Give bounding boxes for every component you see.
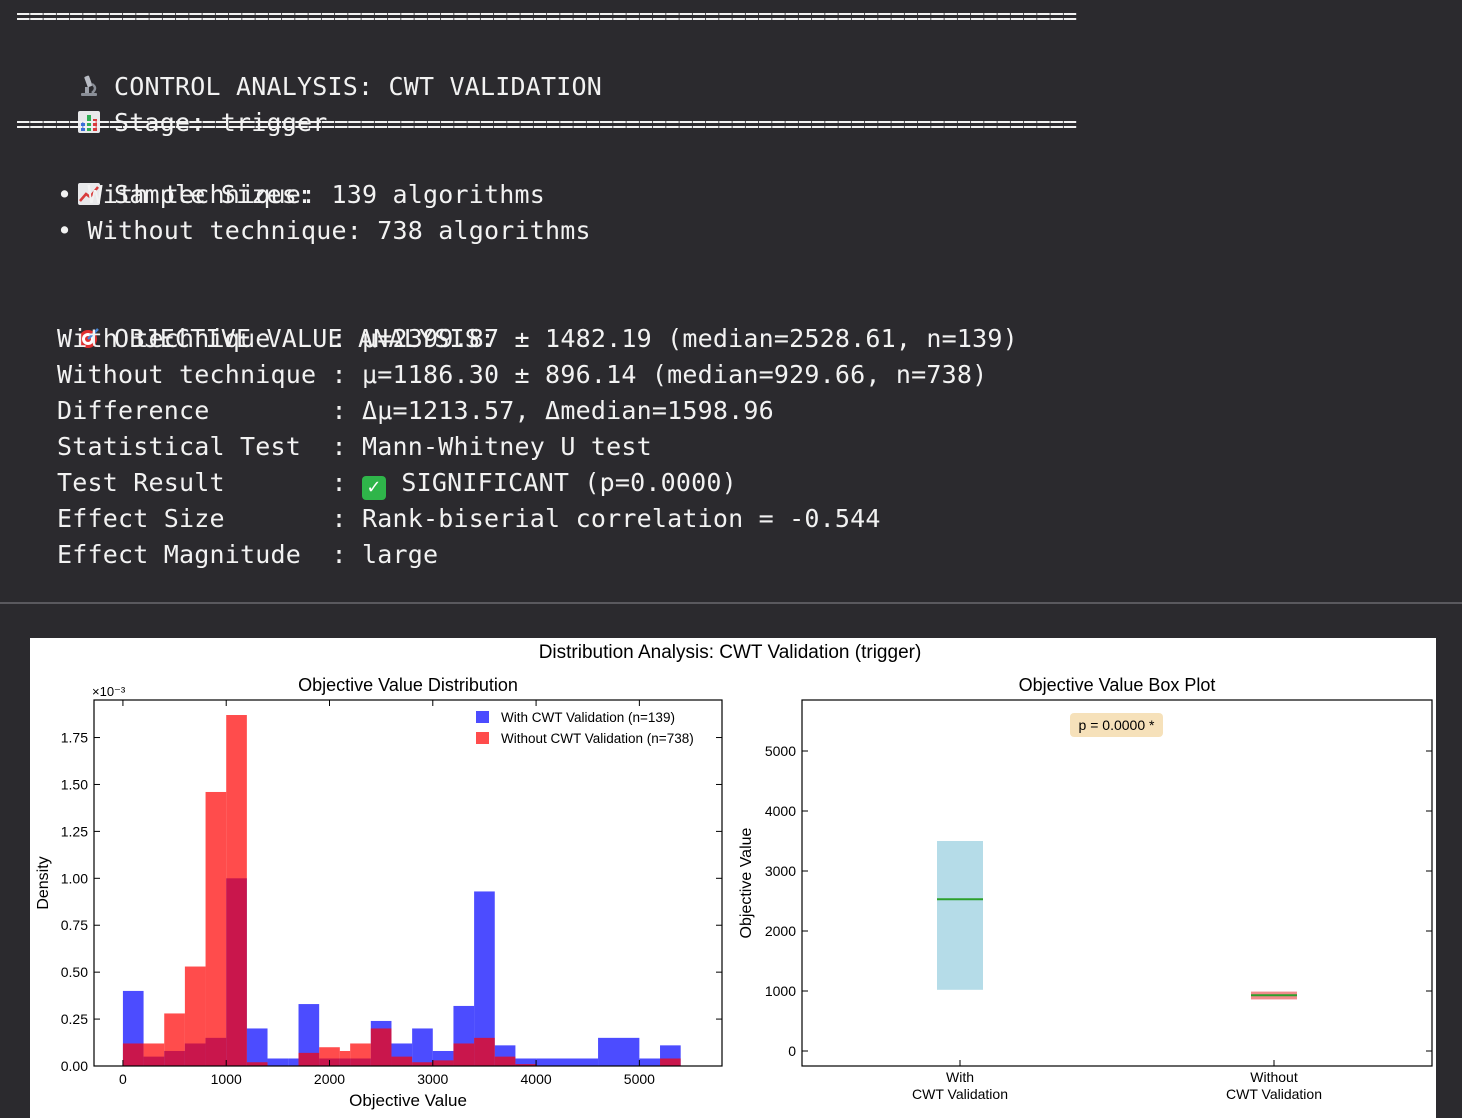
histogram-bar [350, 1043, 371, 1066]
x-tick-label-line: CWT Validation [1226, 1086, 1322, 1102]
y-tick-label: 0.00 [61, 1058, 88, 1074]
stat-row-effect-size: Effect Size : Rank-biserial correlation … [57, 504, 881, 533]
output-divider [0, 602, 1462, 604]
y-tick-label: 0.75 [61, 917, 88, 933]
y-tick-label: 3000 [765, 863, 796, 879]
stat-label: Difference [57, 396, 332, 425]
y-tick-label: 1.25 [61, 823, 88, 839]
y-tick-label: 0.25 [61, 1011, 88, 1027]
histogram-bar [391, 1056, 413, 1066]
histogram-title: Objective Value Distribution [298, 675, 518, 695]
legend-label: With CWT Validation (n=139) [501, 710, 675, 725]
histogram-bar [432, 1060, 454, 1066]
objective-title-line: OBJECTIVE VALUE ANALYSIS: [16, 285, 495, 353]
histogram-bar [298, 1052, 320, 1066]
x-tick-label: 4000 [521, 1071, 552, 1087]
stat-label: With technique [57, 324, 332, 353]
y-tick-label: 0.50 [61, 964, 88, 980]
y-tick-label: 1.75 [61, 730, 88, 746]
y-tick-label: 0 [788, 1043, 796, 1059]
y-tick-label: 4000 [765, 803, 796, 819]
y-tick-label: 1.00 [61, 870, 88, 886]
stat-value: large [362, 540, 439, 569]
stat-value: Δμ=1213.57, Δmedian=1598.96 [362, 396, 774, 425]
stat-row-result: Test Result : ✓ SIGNIFICANT (p=0.0000) [57, 468, 737, 500]
histogram-bar [184, 966, 206, 1066]
stat-row-magnitude: Effect Magnitude : large [57, 540, 439, 569]
terminal-output: ========================================… [0, 0, 1462, 602]
stat-label: Effect Magnitude [57, 540, 332, 569]
legend-swatch [476, 711, 489, 723]
pvalue-annotation: p = 0.0000 * [1079, 717, 1155, 733]
sample-without-line: • Without technique: 738 algorithms [57, 216, 591, 245]
stat-value: μ=1186.30 ± 896.14 (median=929.66, n=738… [362, 360, 988, 389]
histogram-bar [453, 1043, 475, 1066]
stat-value: Rank-biserial correlation = -0.544 [362, 504, 881, 533]
x-tick-label: 5000 [624, 1071, 655, 1087]
y-multiplier-label: ×10⁻³ [92, 684, 126, 699]
boxplot-frame [801, 699, 1433, 1067]
histogram-chart: Objective Value Distribution 0 1000 2000 300… [35, 675, 723, 1110]
y-axis-label: Density [35, 856, 52, 909]
histogram-bar [267, 1058, 289, 1066]
figure-canvas: Distribution Analysis: CWT Validation (t… [35, 642, 1433, 1110]
sample-with-line: • With technique: 139 algorithms [57, 180, 546, 209]
figure-image: Distribution Analysis: CWT Validation (t… [30, 638, 1436, 1118]
stat-row-test: Statistical Test : Mann-Whitney U test [57, 432, 652, 461]
x-tick-label: 3000 [417, 1071, 448, 1087]
header-stage-line: Stage: trigger [16, 69, 328, 137]
x-tick-label: 2000 [314, 1071, 345, 1087]
histogram-bar [536, 1058, 599, 1066]
box-plot-chart: Objective Value Box Plot 0 1000 2000 3000 400… [738, 675, 1433, 1102]
histogram-bar [339, 1050, 351, 1066]
histogram-bar [370, 1028, 392, 1066]
histogram-bar [164, 1013, 185, 1066]
histogram-bar [660, 1058, 681, 1066]
stat-row-difference: Difference : Δμ=1213.57, Δmedian=1598.96 [57, 396, 774, 425]
x-tick-label-line: Without [1250, 1069, 1298, 1085]
histogram-bar [122, 1043, 144, 1066]
x-tick-label: 1000 [211, 1071, 242, 1087]
histogram-bar [598, 1037, 640, 1066]
sample-sizes-title-line: Sample Sizes: [16, 141, 312, 209]
stat-value: μ=2399.87 ± 1482.19 (median=2528.61, n=1… [362, 324, 1018, 353]
box-iqr [937, 841, 983, 990]
boxplot-title: Objective Value Box Plot [1019, 675, 1216, 695]
histogram-bar [474, 1037, 495, 1066]
histogram-bar [494, 1056, 516, 1066]
y-tick-label: 2000 [765, 923, 796, 939]
stat-value: Mann-Whitney U test [362, 432, 652, 461]
histogram-bar [639, 1058, 661, 1066]
histogram-bar [246, 1028, 268, 1066]
histogram-bar [143, 1043, 165, 1066]
stat-row-with: With technique : μ=2399.87 ± 1482.19 (me… [57, 324, 1018, 353]
stat-label: Without technique [57, 360, 332, 389]
y-tick-label: 1000 [765, 983, 796, 999]
histogram-bar [412, 1028, 433, 1066]
histogram-bar [226, 715, 247, 1066]
histogram-bar [205, 791, 227, 1066]
stat-label: Effect Size [57, 504, 332, 533]
header-title-line: CONTROL ANALYSIS: CWT VALIDATION [16, 33, 602, 101]
x-tick-label: Without CWT Validation [1226, 1069, 1322, 1102]
stat-value: SIGNIFICANT (p=0.0000) [401, 468, 737, 497]
legend-label: Without CWT Validation (n=738) [501, 731, 694, 746]
separator-line: ========================================… [16, 110, 1077, 138]
histogram-bar [288, 1058, 299, 1066]
x-tick-label-line: With [946, 1069, 974, 1085]
legend-swatch [476, 732, 489, 744]
x-tick-label-line: CWT Validation [912, 1086, 1008, 1102]
y-axis-label: Objective Value [738, 827, 755, 938]
x-tick-label: 0 [119, 1071, 127, 1087]
y-tick-label: 1.50 [61, 776, 88, 792]
x-tick-label: With CWT Validation [912, 1069, 1008, 1102]
x-axis-label: Objective Value [349, 1091, 467, 1110]
y-tick-label: 5000 [765, 743, 796, 759]
figure-suptitle: Distribution Analysis: CWT Validation (t… [539, 642, 922, 663]
stat-label: Test Result [57, 468, 332, 497]
stat-label: Statistical Test [57, 432, 332, 461]
check-mark-icon: ✓ [362, 476, 387, 500]
stat-row-without: Without technique : μ=1186.30 ± 896.14 (… [57, 360, 988, 389]
separator-line: ========================================… [16, 2, 1077, 30]
